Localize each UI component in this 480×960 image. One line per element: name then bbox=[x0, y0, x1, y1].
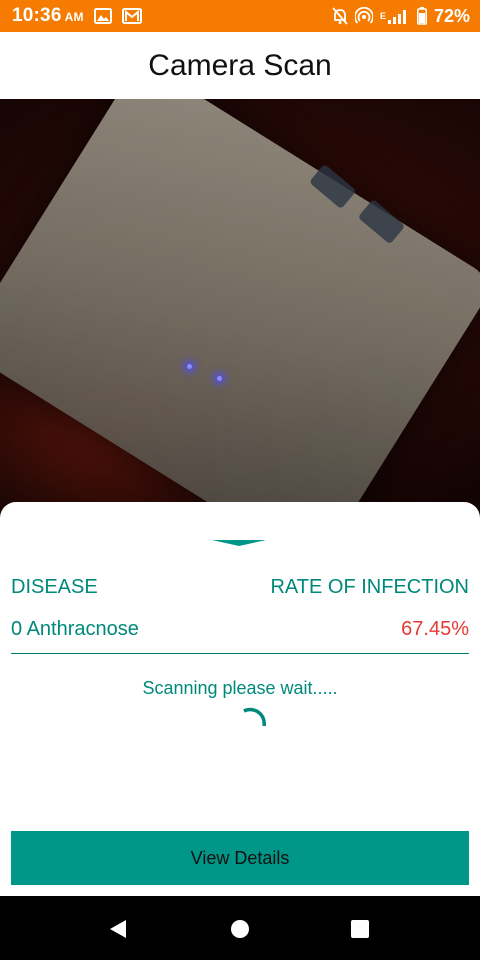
laptop-key bbox=[308, 163, 357, 210]
page-title: Camera Scan bbox=[148, 48, 332, 82]
results-header-row: DISEASE RATE OF INFECTION bbox=[11, 576, 469, 599]
image-icon bbox=[93, 8, 112, 24]
disease-name: 0 Anthracnose bbox=[11, 618, 139, 640]
clock-ampm: AM bbox=[64, 10, 84, 24]
laptop-key bbox=[357, 198, 406, 245]
column-header-rate: RATE OF INFECTION bbox=[270, 576, 469, 598]
home-icon[interactable] bbox=[229, 918, 251, 940]
clock-time: 10:36 bbox=[12, 5, 62, 26]
app-bar: Camera Scan bbox=[0, 32, 480, 99]
laptop-led bbox=[217, 376, 222, 381]
network-type-label: E bbox=[379, 11, 386, 21]
result-row: 0 Anthracnose 67.45% bbox=[11, 618, 469, 641]
signal-icon: E bbox=[380, 8, 410, 24]
laptop-led bbox=[187, 364, 192, 369]
results-sheet: DISEASE RATE OF INFECTION 0 Anthracnose … bbox=[0, 502, 480, 896]
mute-icon bbox=[332, 7, 348, 25]
column-header-disease: DISEASE bbox=[11, 576, 98, 598]
status-right: E 72% bbox=[332, 6, 480, 27]
status-left: 10:36 AM bbox=[0, 5, 142, 27]
status-bar: 10:36 AM E 72% bbox=[0, 0, 480, 32]
loading-spinner-icon bbox=[243, 707, 266, 727]
divider bbox=[11, 653, 469, 654]
infection-rate: 67.45% bbox=[401, 618, 469, 640]
battery-icon bbox=[416, 7, 427, 25]
navigation-bar bbox=[0, 896, 480, 960]
clock: 10:36 AM bbox=[12, 5, 84, 27]
gmail-icon bbox=[121, 8, 142, 24]
battery-percent: 72% bbox=[433, 5, 470, 26]
scan-status-text: Scanning please wait..... bbox=[142, 678, 338, 698]
back-icon[interactable] bbox=[107, 918, 129, 940]
camera-subject-laptop bbox=[0, 99, 480, 529]
hotspot-icon bbox=[354, 7, 373, 25]
camera-preview[interactable] bbox=[0, 99, 480, 529]
view-details-button[interactable]: View Details bbox=[11, 831, 469, 885]
recents-icon[interactable] bbox=[349, 918, 371, 940]
collapse-handle-icon[interactable] bbox=[212, 540, 266, 546]
